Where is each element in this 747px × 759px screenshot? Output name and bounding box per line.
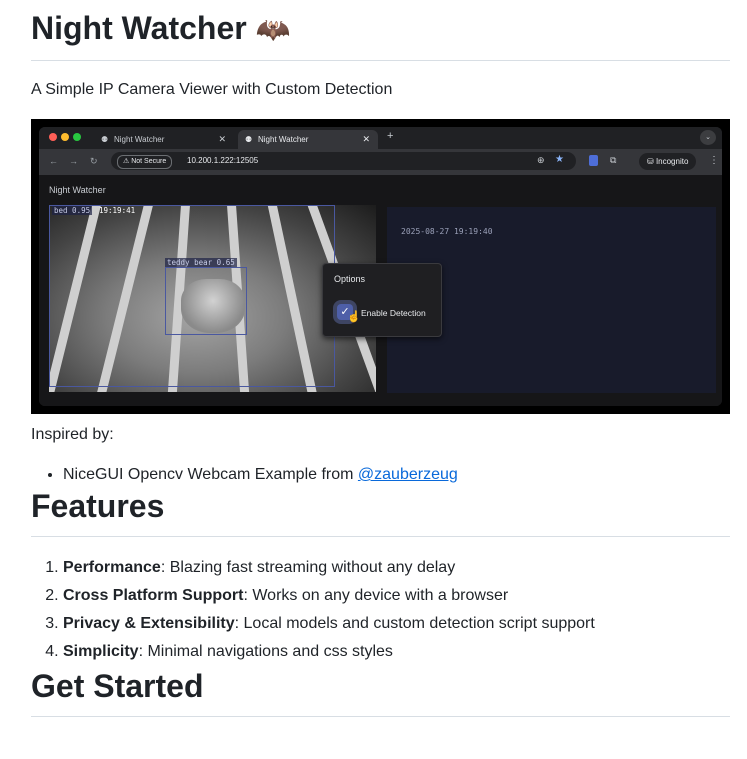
tab-label: Night Watcher [114,135,165,144]
menu-kebab-icon: ⋮ [709,155,719,166]
hand-cursor-icon: ☝ [347,311,361,323]
zoom-icon: ⊕ [537,155,545,165]
url-text: 10.200.1.222:12505 [187,156,259,165]
inspired-text: NiceGUI Opencv Webcam Example from [63,466,358,483]
feature-name: Performance [63,559,161,576]
page-title-text: Night Watcher [31,10,247,46]
close-tab-icon: ✕ [218,134,226,144]
reload-icon: ↻ [90,156,98,166]
feature-name: Simplicity [63,643,139,660]
options-title: Options [334,274,366,284]
feature-desc: : Minimal navigations and css styles [138,643,393,660]
list-item: Simplicity: Minimal navigations and css … [63,638,730,666]
incognito-badge: ⛁ Incognito [639,153,697,170]
app-content: Night Watcher bed 0.95 19:19:41 teddy be… [39,175,722,406]
tab-label: Night Watcher [258,135,309,144]
close-window-dot [49,133,57,141]
detection-label-teddy-bear: teddy bear 0.65 [165,258,237,267]
extensions-icon: ⧉ [610,155,617,165]
tab-bar: ⚉ Night Watcher ✕ ⚉ Night Watcher ✕ + ⌄ [39,127,722,149]
app-screenshot: ⚉ Night Watcher ✕ ⚉ Night Watcher ✕ + ⌄ … [31,119,730,414]
features-heading: Features [31,488,165,524]
get-started-heading: Get Started [31,668,204,704]
tab-favicon-icon: ⚉ [101,135,109,144]
inspired-by-label: Inspired by: [31,426,114,443]
camera-time: 19:19:41 [99,206,136,215]
zauberzeug-link[interactable]: @zauberzeug [358,466,458,483]
incognito-label: Incognito [655,157,689,166]
extension-shield-icon [589,155,598,166]
maximize-window-dot [73,133,81,141]
detection-label-bed: bed 0.95 [52,206,93,215]
new-tab-icon: + [387,130,394,142]
list-item: NiceGUI Opencv Webcam Example from @zaub… [63,464,730,486]
tab-night-watcher-1: ⚉ Night Watcher ✕ [94,130,234,149]
inspired-list: NiceGUI Opencv Webcam Example from @zaub… [31,464,730,486]
list-item: Privacy & Extensibility: Local models an… [63,610,730,638]
bookmark-star-icon: ★ [555,154,564,165]
readme-page: Night Watcher 🦇 A Simple IP Camera Viewe… [0,0,747,717]
tab-night-watcher-2: ⚉ Night Watcher ✕ [238,130,378,149]
browser-window: ⚉ Night Watcher ✕ ⚉ Night Watcher ✕ + ⌄ … [39,127,722,406]
list-item: Cross Platform Support: Works on any dev… [63,582,730,610]
url-box: ⚠ Not Secure 10.200.1.222:12505 ⊕ ★ [111,152,576,170]
feature-desc: : Blazing fast streaming without any del… [160,559,456,576]
feature-desc: : Local models and custom detection scri… [234,615,595,632]
app-title: Night Watcher [49,185,106,195]
timestamp-overlay: 2025-08-27 19:19:40 [401,227,493,236]
page-title: Night Watcher 🦇 [31,0,730,50]
incognito-icon: ⛁ [647,157,654,166]
subtitle: A Simple IP Camera Viewer with Custom De… [31,81,393,98]
feature-name: Cross Platform Support [63,587,244,604]
feature-desc: : Works on any device with a browser [243,587,509,604]
title-divider [31,60,730,61]
tab-favicon-icon: ⚉ [245,135,253,144]
back-icon: ← [49,156,58,166]
get-started-divider [31,716,730,717]
minimize-window-dot [61,133,69,141]
tab-search-icon: ⌄ [700,130,716,145]
features-list: Performance: Blazing fast streaming with… [31,554,730,666]
close-tab-icon: ✕ [362,134,370,144]
list-item: Performance: Blazing fast streaming with… [63,554,730,582]
forward-icon: → [69,156,78,166]
not-secure-badge: ⚠ Not Secure [117,155,173,169]
enable-detection-label: Enable Detection [361,308,426,318]
detection-box-teddy-bear [165,267,247,335]
features-divider [31,536,730,537]
feature-name: Privacy & Extensibility [63,615,235,632]
address-bar: ← → ↻ ⚠ Not Secure 10.200.1.222:12505 ⊕ … [39,149,722,175]
options-popup: Options ✓ ☝ Enable Detection [322,263,442,337]
bat-icon: 🦇 [255,13,291,46]
